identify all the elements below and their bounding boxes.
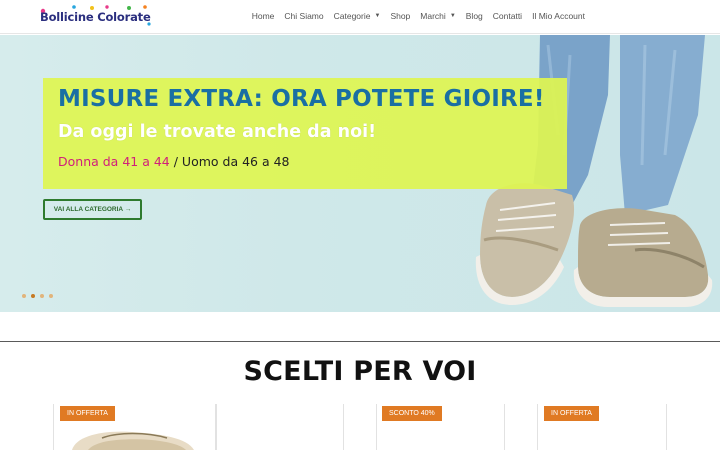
slider-dots bbox=[22, 294, 53, 298]
product-card[interactable] bbox=[216, 404, 344, 450]
nav-label: Il Mio Account bbox=[532, 11, 585, 21]
offer-badge: IN OFFERTA bbox=[60, 406, 115, 421]
nav-label: Chi Siamo bbox=[284, 11, 324, 21]
promo-title: MISURE EXTRA: ORA POTETE GIOIRE! bbox=[58, 86, 545, 112]
product-card[interactable]: IN OFFERTA bbox=[53, 404, 216, 450]
section-title: SCELTI PER VOI bbox=[243, 356, 477, 387]
nav-item-shop[interactable]: Shop bbox=[385, 11, 415, 21]
slider-dot[interactable] bbox=[49, 294, 53, 298]
caret-down-icon: ▼ bbox=[374, 13, 381, 19]
nav-item-account[interactable]: Il Mio Account bbox=[527, 11, 590, 21]
promo-box: MISURE EXTRA: ORA POTETE GIOIRE! Da oggi… bbox=[43, 78, 567, 189]
nav-item-marchi[interactable]: Marchi ▼ bbox=[415, 11, 460, 21]
logo-text: Bollicine Colorate bbox=[40, 10, 151, 24]
nav-label: Contatti bbox=[492, 11, 523, 21]
product-shoe-image bbox=[72, 431, 194, 450]
sizes-men: Uomo da 46 a 48 bbox=[181, 154, 290, 169]
slider-dot[interactable] bbox=[22, 294, 26, 298]
hero-slider: MISURE EXTRA: ORA POTETE GIOIRE! Da oggi… bbox=[0, 35, 720, 312]
nav-item-contatti[interactable]: Contatti bbox=[488, 11, 527, 21]
caret-down-icon: ▼ bbox=[449, 13, 456, 19]
site-header: Bollicine Colorate Home Chi Siamo Catego… bbox=[0, 0, 720, 34]
site-logo[interactable]: Bollicine Colorate bbox=[40, 5, 151, 26]
nav-label: Shop bbox=[390, 11, 411, 21]
nav-label: Home bbox=[251, 11, 275, 21]
offer-badge: IN OFFERTA bbox=[544, 406, 599, 421]
section-divider bbox=[0, 341, 720, 342]
product-card[interactable]: IN OFFERTA bbox=[537, 404, 667, 450]
nav-item-chi-siamo[interactable]: Chi Siamo bbox=[279, 11, 328, 21]
nav-item-blog[interactable]: Blog bbox=[461, 11, 488, 21]
sizes-women: Donna da 41 a 44 bbox=[58, 154, 170, 169]
slider-dot[interactable] bbox=[40, 294, 44, 298]
sizes-separator: / bbox=[169, 154, 182, 169]
promo-subtitle: Da oggi le trovate anche da noi! bbox=[58, 122, 377, 142]
category-button[interactable]: VAI ALLA CATEGORIA → bbox=[43, 199, 142, 220]
nav-label: Blog bbox=[465, 11, 483, 21]
slider-dot-active[interactable] bbox=[31, 294, 35, 298]
promo-sizes: Donna da 41 a 44 / Uomo da 46 a 48 bbox=[58, 154, 290, 169]
discount-badge: SCONTO 40% bbox=[382, 406, 442, 421]
product-card[interactable]: SCONTO 40% bbox=[376, 404, 505, 450]
nav-label: Marchi bbox=[420, 11, 446, 21]
nav-item-categorie[interactable]: Categorie ▼ bbox=[329, 11, 386, 21]
main-nav: Home Chi Siamo Categorie ▼ Shop Marchi ▼ B… bbox=[247, 11, 590, 21]
nav-label: Categorie bbox=[333, 11, 371, 21]
nav-item-home[interactable]: Home bbox=[247, 11, 280, 21]
